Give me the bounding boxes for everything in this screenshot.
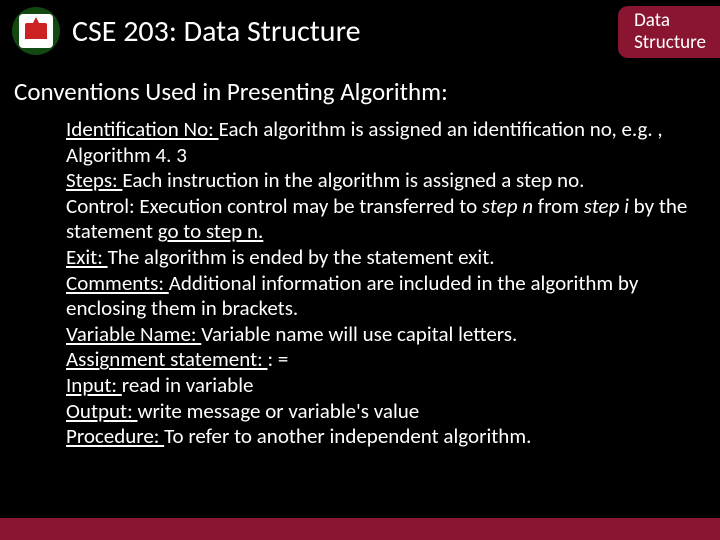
item-label: Identification No: — [66, 116, 219, 142]
item-text: Execution control may be transferred to — [135, 193, 482, 219]
item-text: from — [533, 193, 584, 219]
item-label: Comments: — [66, 270, 169, 296]
item-label: Output: — [66, 398, 137, 424]
item-label: Steps: — [66, 167, 122, 193]
item-text: To refer to another independent algorith… — [164, 423, 531, 449]
item-text: Variable name will use capital letters. — [201, 321, 517, 347]
badge-line-2: Structure — [634, 31, 706, 54]
item-text: Each instruction in the algorithm is ass… — [122, 167, 584, 193]
badge-line-1: Data — [634, 9, 670, 32]
item-label: Assignment statement: — [66, 346, 268, 372]
item-steps: Steps: Each instruction in the algorithm… — [66, 168, 700, 194]
content-body: Identification No: Each algorithm is ass… — [0, 117, 720, 450]
italic-text: step i — [584, 193, 629, 219]
university-logo — [12, 7, 60, 55]
item-assignment: Assignment statement: : = — [66, 347, 700, 373]
item-label: Exit: — [66, 244, 108, 270]
italic-text: step n — [482, 193, 533, 219]
item-output: Output: write message or variable's valu… — [66, 399, 700, 425]
item-comments: Comments: Additional information are inc… — [66, 271, 700, 322]
topic-badge: Data Structure — [618, 6, 720, 58]
item-exit: Exit: The algorithm is ended by the stat… — [66, 245, 700, 271]
underline-text: go to step n. — [158, 218, 264, 244]
item-control: Control: Execution control may be transf… — [66, 194, 700, 245]
item-label: Variable Name: — [66, 321, 201, 347]
item-procedure: Procedure: To refer to another independe… — [66, 424, 700, 450]
item-variable-name: Variable Name: Variable name will use ca… — [66, 322, 700, 348]
item-label: Input: — [66, 372, 122, 398]
slide-header: CSE 203: Data Structure Data Structure — [0, 0, 720, 62]
item-label: Control: — [66, 193, 135, 219]
item-input: Input: read in variable — [66, 373, 700, 399]
section-title: Conventions Used in Presenting Algorithm… — [0, 62, 720, 117]
item-label: Procedure: — [66, 423, 164, 449]
footer-bar — [0, 518, 720, 540]
item-identification: Identification No: Each algorithm is ass… — [66, 117, 700, 168]
item-text: write message or variable's value — [137, 398, 419, 424]
item-text: : = — [268, 346, 289, 372]
item-text: read in variable — [122, 372, 254, 398]
item-text: The algorithm is ended by the statement … — [108, 244, 495, 270]
course-title: CSE 203: Data Structure — [72, 13, 361, 50]
